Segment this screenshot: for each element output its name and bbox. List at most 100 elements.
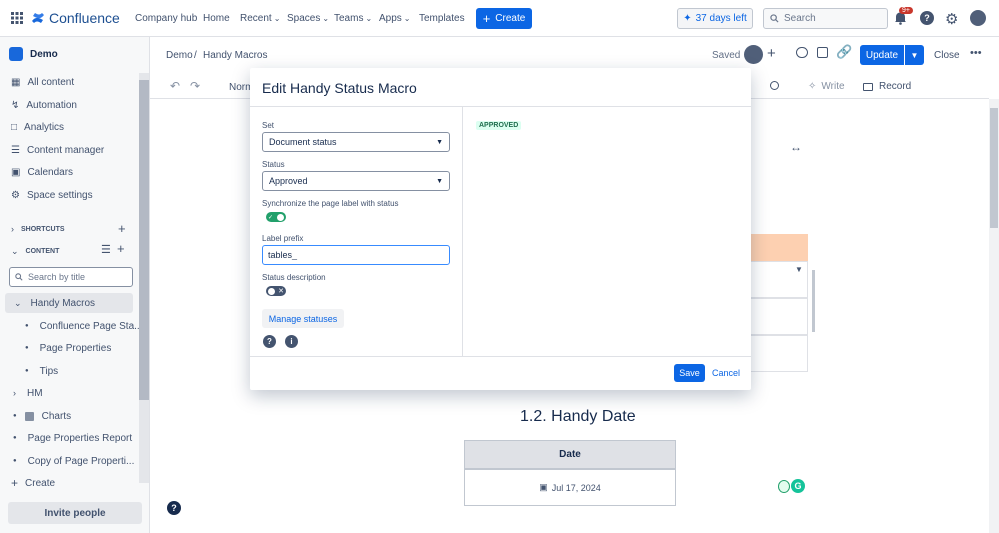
save-button[interactable]: Save — [674, 364, 705, 382]
nav-recent[interactable]: Recent ⌄ — [240, 13, 280, 24]
label-prefix-label: Label prefix — [262, 234, 304, 243]
manage-statuses-button[interactable]: Manage statuses — [262, 309, 344, 328]
tree-item-page-properties-report[interactable]: ● Page Properties Report — [13, 428, 132, 448]
tree-item-label: Create — [25, 477, 56, 489]
cancel-button[interactable]: Cancel — [712, 368, 740, 378]
tree-item-handy-macros[interactable]: ⌄ Handy Macros — [5, 293, 133, 313]
status-label: Status — [262, 160, 285, 169]
nav-templates[interactable]: Templates — [419, 13, 465, 24]
dialog-column-divider — [462, 107, 463, 356]
status-select-value: Approved — [269, 176, 308, 186]
chevron-down-icon: ⌄ — [365, 14, 373, 23]
sidebar-item-all-content[interactable]: ▦ All content — [11, 72, 138, 92]
chart-icon: □ — [11, 121, 18, 133]
bullet-icon: ● — [25, 368, 29, 374]
info-icon[interactable]: i — [285, 335, 298, 348]
add-content-icon[interactable]: + — [117, 241, 125, 256]
sidebar-item-label: Space settings — [26, 189, 93, 201]
trial-button[interactable]: ✦ 37 days left — [677, 8, 753, 29]
sidebar-item-label: Analytics — [24, 121, 65, 133]
nav-apps[interactable]: Apps ⌄ — [379, 13, 411, 24]
tree-item-copy-page-properties[interactable]: ● Copy of Page Properti... — [13, 451, 134, 471]
set-select[interactable]: Document status ▼ — [262, 132, 450, 152]
sidebar-item-analytics[interactable]: □ Analytics — [11, 117, 138, 137]
nav-company-hub[interactable]: Company hub — [135, 13, 197, 24]
add-shortcut-icon[interactable]: + — [118, 221, 126, 236]
app-switcher-icon[interactable] — [11, 12, 23, 24]
calendar-icon: ▣ — [11, 166, 21, 178]
filter-icon[interactable]: ☰ — [101, 243, 111, 256]
confluence-logo-icon — [32, 13, 44, 23]
sidebar-search-input[interactable]: Search by title — [9, 267, 133, 287]
status-description-toggle[interactable]: ✕ — [266, 286, 286, 296]
sidebar-item-label: Content manager — [26, 144, 105, 156]
profile-avatar[interactable] — [970, 10, 986, 26]
nav-spaces[interactable]: Spaces ⌄ — [287, 13, 329, 24]
chevron-right-icon: › — [11, 224, 14, 234]
tree-item-tips[interactable]: ● Tips — [25, 361, 58, 381]
sync-label: Synchronize the page label with status — [262, 199, 399, 208]
sidebar-item-label: Automation — [26, 99, 77, 111]
search-placeholder: Search — [784, 13, 816, 24]
toggle-knob — [277, 213, 284, 221]
create-page-item[interactable]: + Create — [11, 473, 55, 493]
bullet-icon: ● — [25, 323, 29, 329]
confluence-logo[interactable]: Confluence — [31, 10, 120, 26]
check-icon: ✓ — [268, 214, 274, 221]
search-icon — [770, 14, 779, 23]
plus-icon: + — [482, 11, 491, 26]
nav-home[interactable]: Home — [203, 13, 230, 24]
tree-item-hm[interactable]: › HM — [13, 383, 43, 403]
bullet-icon: ● — [13, 458, 17, 464]
nav-teams[interactable]: Teams ⌄ — [334, 13, 372, 24]
tree-item-page-properties[interactable]: ● Page Properties — [25, 338, 111, 358]
product-name: Confluence — [49, 10, 120, 26]
nav-apps-label: Apps — [379, 13, 402, 24]
sidebar-item-label: All content — [27, 76, 75, 88]
search-input[interactable]: Search — [763, 8, 888, 29]
status-select[interactable]: Approved ▼ — [262, 171, 450, 191]
chevron-down-icon: ⌄ — [11, 245, 19, 256]
gear-icon: ⚙ — [11, 189, 20, 201]
close-icon: ✕ — [278, 288, 284, 295]
content-icon: ☰ — [11, 144, 20, 156]
bullet-icon: ● — [25, 345, 29, 351]
invite-people-button[interactable]: Invite people — [8, 502, 142, 524]
top-navigation: Confluence Company hub Home Recent ⌄ Spac… — [0, 0, 999, 37]
help-icon[interactable]: ? — [263, 335, 276, 348]
create-button[interactable]: + Create — [476, 8, 532, 29]
chevron-down-icon: ▼ — [436, 138, 443, 146]
nav-teams-label: Teams — [334, 13, 364, 24]
sync-toggle[interactable]: ✓ — [266, 212, 286, 222]
edit-status-macro-dialog: Edit Handy Status Macro Set Document sta… — [250, 68, 751, 390]
label-prefix-input[interactable] — [262, 245, 450, 265]
space-header[interactable]: Demo — [9, 47, 58, 61]
tree-item-label: Page Properties Report — [27, 432, 133, 444]
tree-item-page-status[interactable]: ● Confluence Page Sta... — [25, 316, 142, 336]
sparkle-icon: ✦ — [683, 13, 692, 24]
nav-spaces-label: Spaces — [287, 13, 321, 24]
chevron-down-icon: ⌄ — [14, 297, 22, 308]
chevron-right-icon: › — [13, 388, 16, 398]
set-select-value: Document status — [269, 137, 337, 147]
chevron-down-icon: ⌄ — [322, 14, 330, 23]
settings-icon[interactable]: ⚙ — [945, 10, 958, 28]
sidebar-search-placeholder: Search by title — [28, 272, 86, 282]
help-icon[interactable]: ? — [920, 11, 934, 25]
set-label: Set — [262, 121, 275, 130]
sidebar-item-content-manager[interactable]: ☰ Content manager — [11, 140, 138, 160]
status-description-label: Status description — [262, 273, 326, 282]
notification-count-badge: 9+ — [899, 7, 913, 14]
tree-item-label: Charts — [41, 410, 72, 422]
search-icon — [15, 273, 23, 281]
dialog-footer-divider — [250, 356, 751, 357]
sidebar-item-space-settings[interactable]: ⚙ Space settings — [11, 185, 138, 205]
content-label: CONTENT — [25, 247, 60, 255]
sidebar-scroll-thumb[interactable] — [139, 80, 149, 400]
sidebar-item-label: Calendars — [27, 166, 74, 178]
sidebar-item-automation[interactable]: ↯ Automation — [11, 95, 138, 115]
space-name: Demo — [30, 48, 58, 60]
space-icon — [9, 47, 23, 61]
sidebar-item-calendars[interactable]: ▣ Calendars — [11, 162, 138, 182]
tree-item-charts[interactable]: ● Charts — [13, 406, 71, 426]
